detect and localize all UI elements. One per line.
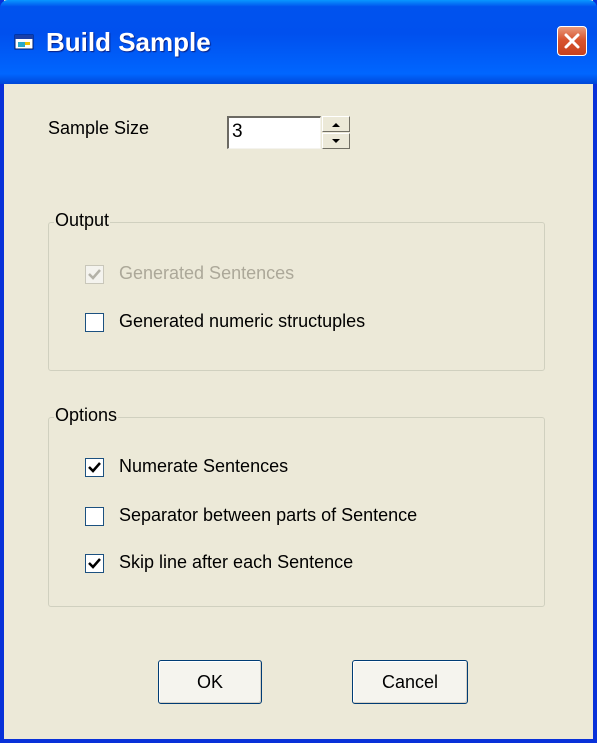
generated-sentences-label: Generated Sentences bbox=[119, 263, 295, 283]
ok-button[interactable]: OK bbox=[158, 660, 262, 704]
app-window-icon bbox=[14, 34, 34, 50]
output-groupbox bbox=[48, 222, 545, 371]
window-title: Build Sample bbox=[46, 27, 211, 57]
numerate-sentences-label: Numerate Sentences bbox=[119, 456, 289, 476]
spin-up-button[interactable] bbox=[322, 116, 350, 132]
sample-size-label: Sample Size bbox=[48, 118, 150, 138]
checkmark-icon bbox=[88, 269, 101, 280]
generated-structuples-label: Generated numeric structuples bbox=[119, 311, 366, 331]
skip-line-label: Skip line after each Sentence bbox=[119, 552, 354, 572]
options-group-label: Options bbox=[54, 405, 119, 426]
checkmark-icon bbox=[88, 558, 101, 569]
spin-down-button[interactable] bbox=[322, 133, 350, 149]
numerate-sentences-checkbox[interactable] bbox=[85, 458, 104, 477]
title-bar[interactable]: Build Sample bbox=[0, 0, 597, 84]
skip-line-checkbox[interactable] bbox=[85, 554, 104, 573]
generated-sentences-checkbox[interactable] bbox=[85, 265, 104, 284]
generated-structuples-checkbox[interactable] bbox=[85, 313, 104, 332]
separator-label: Separator between parts of Sentence bbox=[119, 505, 418, 525]
output-group-label: Output bbox=[54, 210, 111, 231]
arrow-down-icon bbox=[332, 138, 340, 143]
cancel-button[interactable]: Cancel bbox=[352, 660, 468, 704]
arrow-up-icon bbox=[332, 122, 340, 127]
separator-checkbox[interactable] bbox=[85, 507, 104, 526]
sample-size-input[interactable]: 3 bbox=[227, 116, 321, 149]
checkmark-icon bbox=[88, 462, 101, 473]
close-icon bbox=[564, 33, 580, 49]
build-sample-dialog: Build Sample Sample Size 3 Output Genera… bbox=[0, 0, 597, 743]
close-button[interactable] bbox=[557, 26, 587, 56]
